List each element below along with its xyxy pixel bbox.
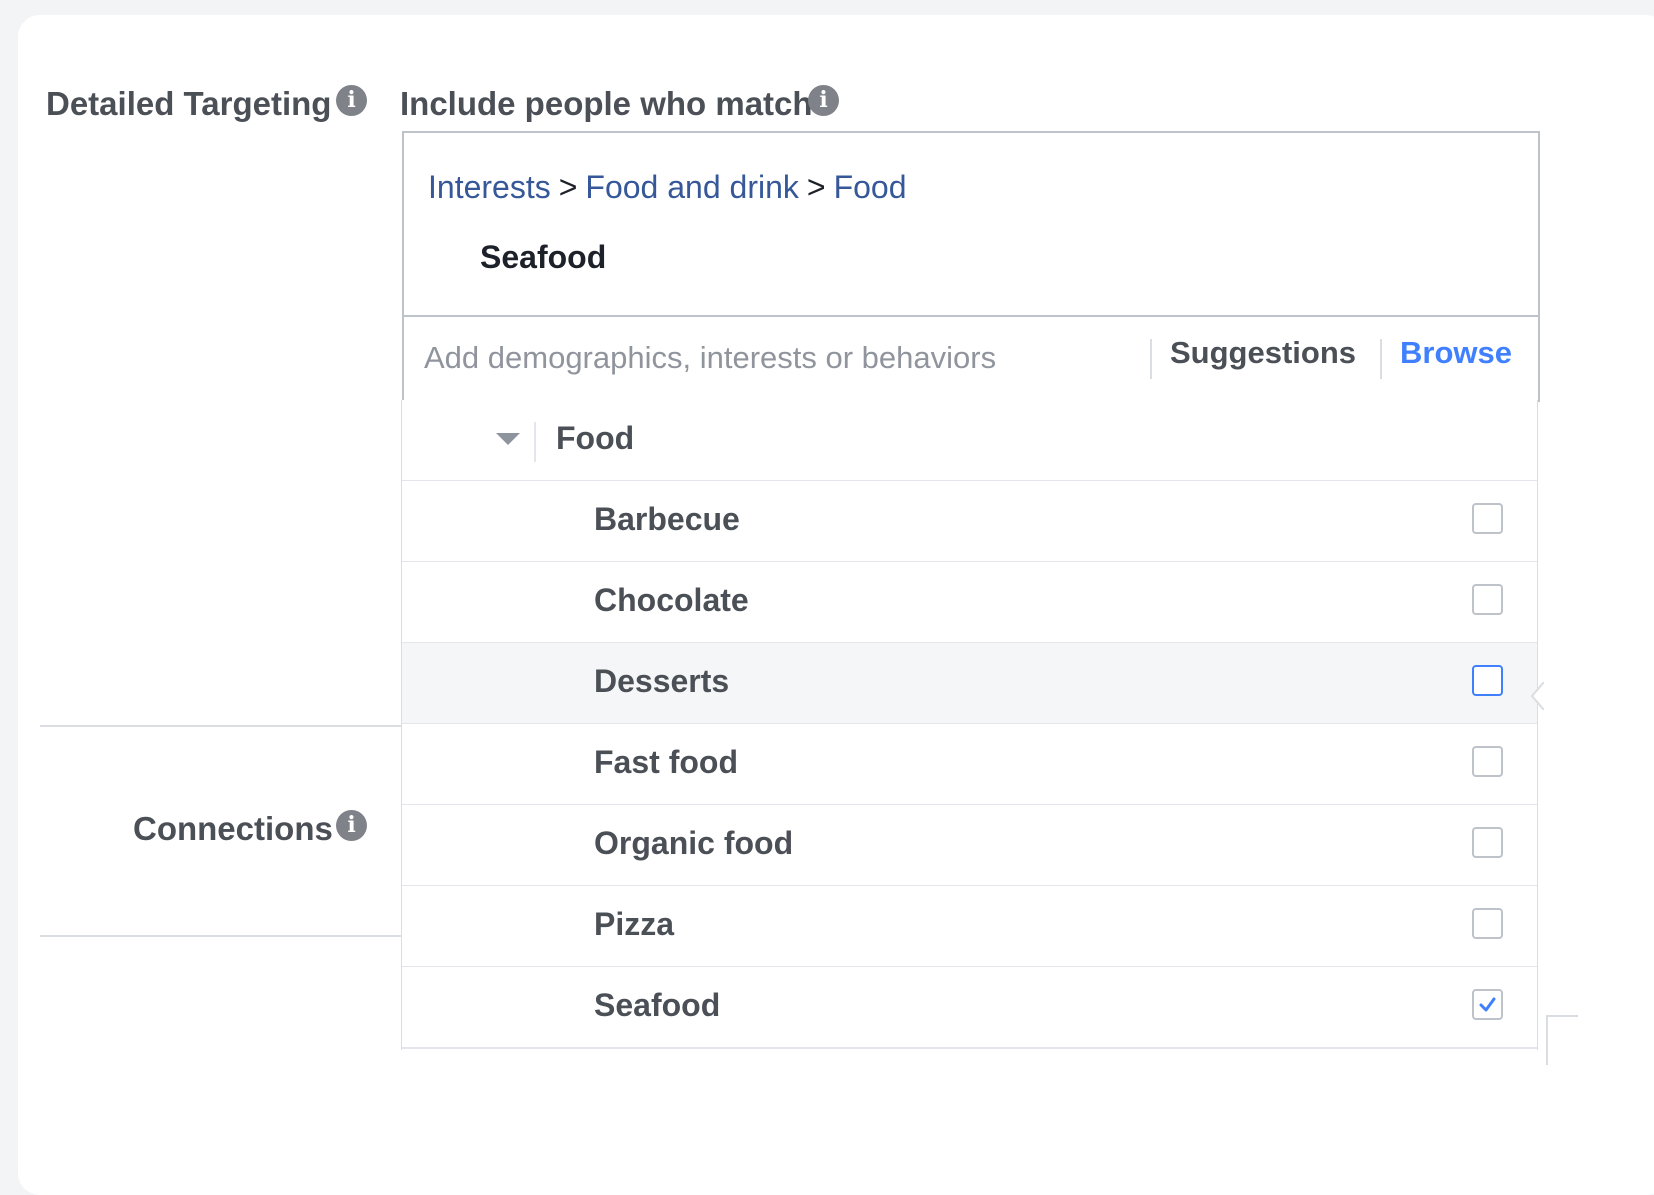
checkbox[interactable] [1472, 584, 1503, 615]
checkbox[interactable] [1472, 503, 1503, 534]
collapse-caret-icon[interactable] [496, 433, 520, 445]
list-item-label: Desserts [594, 663, 730, 699]
connections-label: Connections [133, 810, 333, 847]
list-item-label: Pizza [594, 906, 675, 942]
category-header: Food [402, 400, 1537, 482]
list-item[interactable]: Barbecue [402, 481, 1537, 563]
list-item-label: Barbecue [594, 501, 740, 537]
selected-interest-chip[interactable]: Seafood [480, 239, 606, 276]
divider [1150, 339, 1152, 379]
info-icon[interactable]: i [808, 85, 839, 116]
list-item[interactable]: Organic food [402, 805, 1537, 887]
breadcrumb-food-link[interactable]: Food [834, 169, 907, 205]
browse-dropdown: Food Barbecue Chocolate Desserts Fast fo… [401, 400, 1538, 1050]
list-item-label: Organic food [594, 825, 794, 861]
section-divider [40, 725, 420, 727]
list-item-label: Fast food [594, 744, 738, 780]
detailed-targeting-label: Detailed Targeting [46, 85, 332, 122]
tooltip-pointer-icon [1530, 682, 1544, 710]
checkbox[interactable] [1472, 746, 1503, 777]
category-title: Food [556, 420, 635, 456]
breadcrumb: Interests > Food and drink > Food [428, 169, 907, 206]
targeting-search-input[interactable] [422, 335, 1146, 381]
breadcrumb-separator: > [558, 169, 578, 205]
breadcrumb-interests-link[interactable]: Interests [428, 169, 551, 205]
divider [534, 422, 536, 462]
breadcrumb-food-and-drink-link[interactable]: Food and drink [585, 169, 798, 205]
divider [1380, 339, 1382, 379]
info-icon[interactable]: i [336, 810, 367, 841]
list-item[interactable]: Seafood [402, 967, 1537, 1049]
checkbox[interactable] [1472, 908, 1503, 939]
checkmark-icon [1479, 997, 1496, 1012]
list-item-label: Seafood [594, 987, 721, 1023]
browse-button[interactable]: Browse [1400, 335, 1512, 371]
info-icon[interactable]: i [336, 85, 367, 116]
checkbox-checked[interactable] [1472, 989, 1503, 1020]
suggestions-button[interactable]: Suggestions [1170, 335, 1356, 371]
breadcrumb-separator: > [806, 169, 826, 205]
list-item[interactable]: Desserts [402, 643, 1537, 725]
section-divider [40, 935, 420, 937]
list-item[interactable]: Pizza [402, 886, 1537, 968]
checkbox[interactable] [1472, 665, 1503, 696]
list-item[interactable]: Chocolate [402, 562, 1537, 644]
list-item[interactable]: Fast food [402, 724, 1537, 806]
list-item-label: Chocolate [594, 582, 749, 618]
targeting-search-row: Suggestions Browse [402, 315, 1540, 402]
background-panel-edge [1546, 1015, 1578, 1065]
include-people-label: Include people who match [400, 85, 813, 122]
selected-targeting-box: Interests > Food and drink > Food Seafood [402, 131, 1540, 317]
checkbox[interactable] [1472, 827, 1503, 858]
